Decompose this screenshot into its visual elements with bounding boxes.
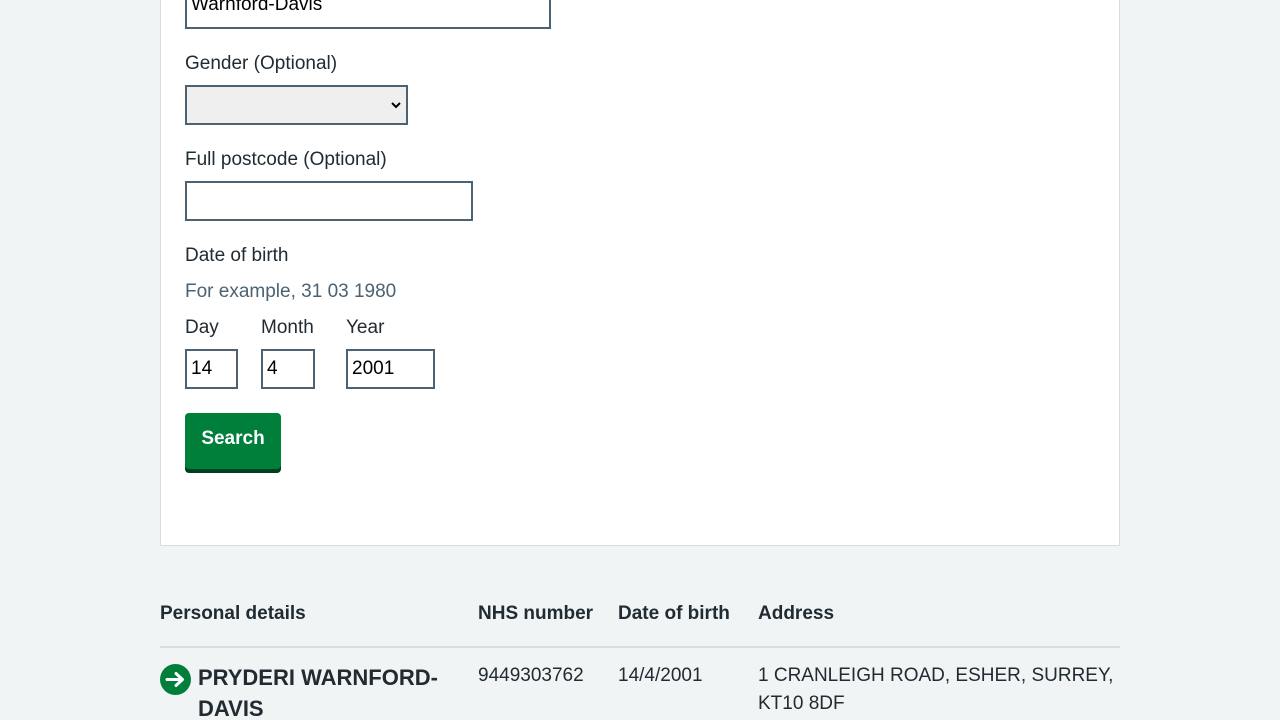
year-input-value: 2001 <box>352 358 395 379</box>
day-input-value: 14 <box>191 358 213 379</box>
arrow-right-circle-icon[interactable] <box>160 664 191 695</box>
day-label: Day <box>185 317 219 338</box>
day-input[interactable]: 14 <box>185 349 238 389</box>
patient-name-line-1: PRYDERI WARNFORD- <box>198 665 438 690</box>
patient-name-link[interactable]: PRYDERI WARNFORD- DAVIS <box>198 662 468 720</box>
month-label: Month <box>261 317 314 338</box>
gender-label: Gender (Optional) <box>185 53 338 74</box>
dob-label: Date of birth <box>185 245 289 266</box>
dob-hint: For example, 31 03 1980 <box>185 281 397 302</box>
search-form-card: Warnford-Davis Gender (Optional) Full po… <box>160 0 1120 546</box>
chevron-down-icon <box>391 102 401 109</box>
table-header-divider <box>160 646 1120 648</box>
month-input-value: 4 <box>267 358 278 379</box>
address-line-1: 1 CRANLEIGH ROAD, ESHER, SURREY, <box>758 665 1114 686</box>
address-cell: 1 CRANLEIGH ROAD, ESHER, SURREY, KT10 8D… <box>758 662 1120 718</box>
surname-input-value: Warnford-Davis <box>191 0 323 15</box>
postcode-label: Full postcode (Optional) <box>185 149 387 170</box>
dob-cell: 14/4/2001 <box>618 665 703 686</box>
column-header-date-of-birth[interactable]: Date of birth <box>618 602 730 626</box>
month-input[interactable]: 4 <box>261 349 315 389</box>
search-button[interactable]: Search <box>185 413 281 469</box>
gender-select[interactable] <box>185 85 408 125</box>
year-input[interactable]: 2001 <box>346 349 435 389</box>
column-header-address[interactable]: Address <box>758 602 834 626</box>
column-header-personal-details[interactable]: Personal details <box>160 602 306 626</box>
address-line-2: KT10 8DF <box>758 693 845 714</box>
postcode-input[interactable] <box>185 181 473 221</box>
surname-input[interactable]: Warnford-Davis <box>185 0 551 29</box>
patient-name-line-2: DAVIS <box>198 696 264 720</box>
nhs-number-cell: 9449303762 <box>478 665 584 686</box>
year-label: Year <box>346 317 385 338</box>
column-header-nhs-number[interactable]: NHS number <box>478 602 593 626</box>
page: Warnford-Davis Gender (Optional) Full po… <box>0 0 1280 720</box>
